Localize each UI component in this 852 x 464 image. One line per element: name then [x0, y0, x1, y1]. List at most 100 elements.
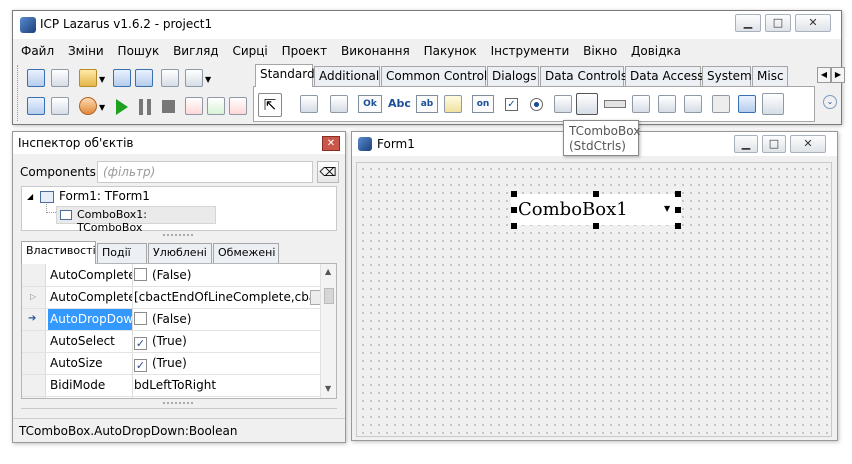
- tab-common-controls[interactable]: Common Controls: [381, 66, 494, 86]
- form1-canvas[interactable]: ComboBox1 ▼: [356, 162, 832, 437]
- new-project-icon[interactable]: [51, 97, 69, 115]
- menu-edit[interactable]: Зміни: [63, 41, 109, 61]
- save-all-icon[interactable]: [135, 69, 153, 87]
- run-icon[interactable]: [116, 99, 128, 115]
- step-out-icon[interactable]: [229, 97, 247, 115]
- menu-run[interactable]: Виконання: [336, 41, 415, 61]
- tab-data-access[interactable]: Data Access: [625, 66, 704, 86]
- tab-scroll-right-icon[interactable]: ▶: [831, 67, 845, 83]
- filter-input[interactable]: (фільтр): [97, 161, 313, 183]
- tpanel-icon[interactable]: [712, 95, 730, 113]
- tab-additional[interactable]: Additional: [314, 66, 380, 86]
- form1-close-button[interactable]: ✕: [790, 135, 826, 153]
- property-value[interactable]: ✓ (True): [134, 353, 328, 374]
- clear-filter-icon[interactable]: ⌫: [317, 161, 339, 183]
- save-icon[interactable]: [113, 69, 131, 87]
- resize-grab-sw[interactable]: [511, 223, 517, 229]
- view-units-icon[interactable]: [185, 69, 203, 87]
- property-value[interactable]: ✓ (True): [134, 331, 328, 352]
- resize-grab-w[interactable]: [511, 207, 517, 213]
- tedit-icon[interactable]: ab: [416, 95, 438, 113]
- menu-file[interactable]: Файл: [16, 41, 59, 61]
- build-mode-icon[interactable]: [79, 97, 97, 115]
- property-scrollbar[interactable]: ▲ ▼: [320, 264, 336, 398]
- tcheckbox-icon[interactable]: ✓: [505, 98, 518, 111]
- ttogglebox-icon[interactable]: on: [472, 95, 494, 113]
- form1-maximize-button[interactable]: □: [762, 135, 786, 153]
- scroll-up-icon[interactable]: ▲: [325, 267, 331, 276]
- splitter-dots[interactable]: [163, 234, 193, 237]
- tree-item-combobox1[interactable]: ComboBox1: TComboBox: [56, 206, 216, 234]
- menu-window[interactable]: Вікно: [578, 41, 622, 61]
- new-form-icon[interactable]: [51, 69, 69, 87]
- close-button[interactable]: ✕: [795, 14, 831, 32]
- property-value[interactable]: (False): [134, 309, 328, 330]
- pause-icon[interactable]: [139, 99, 151, 115]
- menu-source[interactable]: Сирці: [227, 41, 272, 61]
- property-row-autoselect[interactable]: AutoSelect ✓ (True): [22, 331, 328, 353]
- menu-view[interactable]: Вигляд: [168, 41, 224, 61]
- open-dropdown-icon[interactable]: ▼: [99, 75, 105, 84]
- tree-expand-icon[interactable]: ◢: [27, 192, 33, 201]
- resize-grab-nw[interactable]: [511, 191, 517, 197]
- resize-grab-s[interactable]: [593, 223, 599, 229]
- toggle-form-unit-icon[interactable]: [161, 69, 179, 87]
- tab-misc[interactable]: Misc: [752, 66, 788, 86]
- tab-dialogs[interactable]: Dialogs: [487, 66, 539, 86]
- new-unit-icon[interactable]: [27, 69, 45, 87]
- menu-search[interactable]: Пошук: [113, 41, 165, 61]
- step-into-icon[interactable]: [185, 97, 203, 115]
- stop-icon[interactable]: [162, 100, 175, 113]
- menu-tools[interactable]: Інструменти: [486, 41, 575, 61]
- combobox1-dropdown-icon[interactable]: ▼: [664, 204, 670, 213]
- tmainmenu-icon[interactable]: [300, 95, 318, 113]
- tcheckgroup-icon[interactable]: [684, 95, 702, 113]
- tmemo-icon[interactable]: [444, 95, 462, 113]
- inspector-close-button[interactable]: ✕: [322, 136, 340, 151]
- property-row-autocompletetext[interactable]: ▷ AutoCompleteText [cbactEndOfLineComple…: [22, 287, 328, 309]
- menu-help[interactable]: Довідка: [626, 41, 686, 61]
- resize-grab-e[interactable]: [675, 207, 681, 213]
- tab-system[interactable]: System: [702, 66, 752, 86]
- checkbox-checked-icon[interactable]: ✓: [134, 337, 147, 350]
- tbutton-icon[interactable]: Ok: [358, 95, 382, 113]
- property-value[interactable]: bdLeftToRight: [134, 375, 328, 396]
- checkbox-unchecked-icon[interactable]: [134, 312, 147, 325]
- tab-events[interactable]: Події: [97, 243, 147, 263]
- tradiogroup-icon[interactable]: [658, 95, 676, 113]
- tab-scroll-left-icon[interactable]: ◀: [817, 67, 831, 83]
- checkbox-unchecked-icon[interactable]: [134, 268, 147, 281]
- tab-properties[interactable]: Властивості: [21, 241, 96, 264]
- menu-package[interactable]: Пакунок: [419, 41, 482, 61]
- step-over-icon[interactable]: [207, 97, 225, 115]
- tcombobox-icon[interactable]: [576, 93, 598, 115]
- tab-standard[interactable]: Standard: [255, 64, 315, 87]
- resize-grab-n[interactable]: [593, 191, 599, 197]
- resize-grab-se[interactable]: [675, 223, 681, 229]
- open-icon[interactable]: [79, 69, 97, 87]
- menu-project[interactable]: Проект: [277, 41, 333, 61]
- property-value[interactable]: [cbactEndOfLineComplete,cbactSe: [134, 287, 312, 308]
- property-row-autosize[interactable]: AutoSize ✓ (True): [22, 353, 328, 375]
- selection-tool-icon[interactable]: ⇱: [258, 93, 282, 117]
- tab-favorites[interactable]: Улюблені: [148, 243, 212, 263]
- combobox1-control[interactable]: ComboBox1 ▼: [511, 194, 681, 225]
- view-dropdown-icon[interactable]: ▼: [205, 75, 211, 84]
- build-dropdown-icon[interactable]: ▼: [99, 103, 105, 112]
- tactionlist-icon[interactable]: [762, 93, 784, 115]
- tree-item-form1[interactable]: Form1: TForm1: [59, 189, 150, 203]
- tscrollbar-icon[interactable]: [604, 100, 626, 108]
- tlabel-icon[interactable]: Abc: [388, 97, 411, 110]
- tframe-icon[interactable]: [738, 95, 756, 113]
- palette-expand-icon[interactable]: ⌄: [823, 95, 837, 109]
- view-forms-icon[interactable]: [27, 97, 45, 115]
- property-value[interactable]: (False): [134, 265, 328, 286]
- form1-minimize-button[interactable]: ▁: [734, 135, 758, 153]
- scroll-thumb[interactable]: [324, 288, 334, 304]
- tab-data-controls[interactable]: Data Controls: [540, 66, 627, 86]
- tradiobutton-icon[interactable]: [530, 98, 543, 111]
- property-row-bidimode[interactable]: BidiMode bdLeftToRight: [22, 375, 328, 397]
- scroll-down-icon[interactable]: ▼: [325, 384, 331, 393]
- expand-property-icon[interactable]: ▷: [30, 292, 36, 301]
- tlistbox-icon[interactable]: [554, 95, 572, 113]
